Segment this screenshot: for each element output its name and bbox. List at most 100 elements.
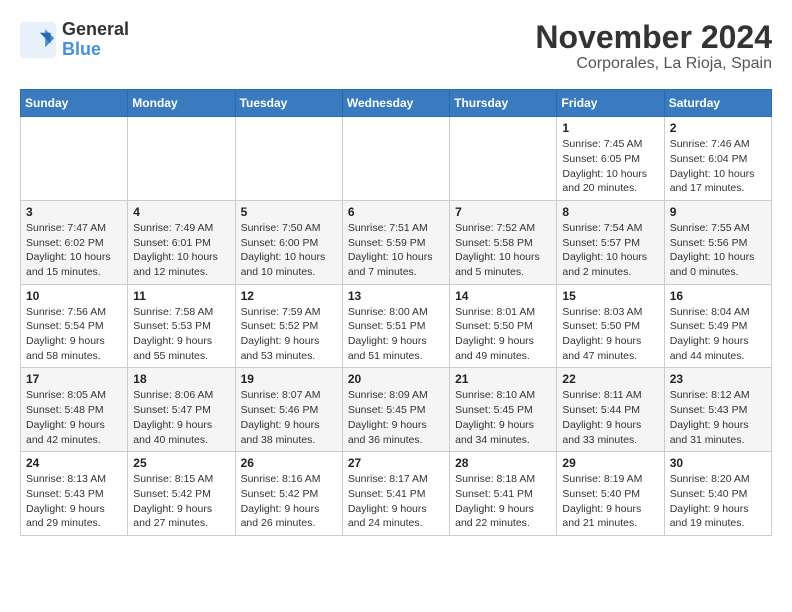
day-cell: 2 Sunrise: 7:46 AM Sunset: 6:04 PM Daylig… bbox=[664, 117, 771, 201]
col-header-wednesday: Wednesday bbox=[342, 90, 449, 117]
day-info: Sunrise: 7:49 AM Sunset: 6:01 PM Dayligh… bbox=[133, 221, 229, 280]
day-info: Sunrise: 8:19 AM Sunset: 5:40 PM Dayligh… bbox=[562, 472, 658, 531]
day-info: Sunrise: 7:47 AM Sunset: 6:02 PM Dayligh… bbox=[26, 221, 122, 280]
day-number: 27 bbox=[348, 456, 444, 470]
day-cell: 25 Sunrise: 8:15 AM Sunset: 5:42 PM Dayli… bbox=[128, 452, 235, 536]
day-info: Sunrise: 7:52 AM Sunset: 5:58 PM Dayligh… bbox=[455, 221, 551, 280]
day-info: Sunrise: 8:05 AM Sunset: 5:48 PM Dayligh… bbox=[26, 388, 122, 447]
day-number: 23 bbox=[670, 372, 766, 386]
day-number: 28 bbox=[455, 456, 551, 470]
calendar-table: SundayMondayTuesdayWednesdayThursdayFrid… bbox=[20, 89, 772, 536]
day-info: Sunrise: 7:55 AM Sunset: 5:56 PM Dayligh… bbox=[670, 221, 766, 280]
day-number: 10 bbox=[26, 289, 122, 303]
day-info: Sunrise: 8:15 AM Sunset: 5:42 PM Dayligh… bbox=[133, 472, 229, 531]
day-info: Sunrise: 8:09 AM Sunset: 5:45 PM Dayligh… bbox=[348, 388, 444, 447]
day-number: 29 bbox=[562, 456, 658, 470]
day-number: 24 bbox=[26, 456, 122, 470]
day-info: Sunrise: 8:03 AM Sunset: 5:50 PM Dayligh… bbox=[562, 305, 658, 364]
day-number: 17 bbox=[26, 372, 122, 386]
day-info: Sunrise: 8:18 AM Sunset: 5:41 PM Dayligh… bbox=[455, 472, 551, 531]
day-cell bbox=[21, 117, 128, 201]
day-number: 2 bbox=[670, 121, 766, 135]
day-info: Sunrise: 7:50 AM Sunset: 6:00 PM Dayligh… bbox=[241, 221, 337, 280]
day-cell: 15 Sunrise: 8:03 AM Sunset: 5:50 PM Dayli… bbox=[557, 284, 664, 368]
week-row-5: 24 Sunrise: 8:13 AM Sunset: 5:43 PM Dayli… bbox=[21, 452, 772, 536]
logo: General Blue bbox=[20, 20, 129, 60]
day-cell: 21 Sunrise: 8:10 AM Sunset: 5:45 PM Dayli… bbox=[450, 368, 557, 452]
day-cell: 3 Sunrise: 7:47 AM Sunset: 6:02 PM Daylig… bbox=[21, 200, 128, 284]
col-header-tuesday: Tuesday bbox=[235, 90, 342, 117]
day-number: 7 bbox=[455, 205, 551, 219]
day-cell: 20 Sunrise: 8:09 AM Sunset: 5:45 PM Dayli… bbox=[342, 368, 449, 452]
day-cell: 16 Sunrise: 8:04 AM Sunset: 5:49 PM Dayli… bbox=[664, 284, 771, 368]
logo-line2: Blue bbox=[62, 40, 129, 60]
day-cell: 22Sunrise: 8:11 AM Sunset: 5:44 PM Dayli… bbox=[557, 368, 664, 452]
day-cell: 11Sunrise: 7:58 AM Sunset: 5:53 PM Dayli… bbox=[128, 284, 235, 368]
title-area: November 2024 Corporales, La Rioja, Spai… bbox=[535, 20, 772, 73]
col-header-thursday: Thursday bbox=[450, 90, 557, 117]
day-info: Sunrise: 7:46 AM Sunset: 6:04 PM Dayligh… bbox=[670, 137, 766, 196]
day-number: 14 bbox=[455, 289, 551, 303]
day-info: Sunrise: 8:04 AM Sunset: 5:49 PM Dayligh… bbox=[670, 305, 766, 364]
day-number: 26 bbox=[241, 456, 337, 470]
col-header-sunday: Sunday bbox=[21, 90, 128, 117]
logo-line1: General bbox=[62, 20, 129, 40]
day-info: Sunrise: 7:58 AM Sunset: 5:53 PM Dayligh… bbox=[133, 305, 229, 364]
day-cell bbox=[235, 117, 342, 201]
day-number: 1 bbox=[562, 121, 658, 135]
page-title: November 2024 bbox=[535, 20, 772, 55]
day-cell: 1 Sunrise: 7:45 AM Sunset: 6:05 PM Daylig… bbox=[557, 117, 664, 201]
day-number: 5 bbox=[241, 205, 337, 219]
day-info: Sunrise: 8:10 AM Sunset: 5:45 PM Dayligh… bbox=[455, 388, 551, 447]
day-cell: 9 Sunrise: 7:55 AM Sunset: 5:56 PM Daylig… bbox=[664, 200, 771, 284]
day-number: 25 bbox=[133, 456, 229, 470]
day-number: 21 bbox=[455, 372, 551, 386]
day-number: 16 bbox=[670, 289, 766, 303]
day-number: 20 bbox=[348, 372, 444, 386]
day-cell: 29 Sunrise: 8:19 AM Sunset: 5:40 PM Dayli… bbox=[557, 452, 664, 536]
day-number: 30 bbox=[670, 456, 766, 470]
day-cell: 18 Sunrise: 8:06 AM Sunset: 5:47 PM Dayli… bbox=[128, 368, 235, 452]
day-cell: 12 Sunrise: 7:59 AM Sunset: 5:52 PM Dayli… bbox=[235, 284, 342, 368]
day-info: Sunrise: 8:06 AM Sunset: 5:47 PM Dayligh… bbox=[133, 388, 229, 447]
day-info: Sunrise: 8:07 AM Sunset: 5:46 PM Dayligh… bbox=[241, 388, 337, 447]
day-number: 18 bbox=[133, 372, 229, 386]
logo-icon bbox=[20, 22, 56, 58]
day-cell: 24 Sunrise: 8:13 AM Sunset: 5:43 PM Dayli… bbox=[21, 452, 128, 536]
day-number: 9 bbox=[670, 205, 766, 219]
day-cell bbox=[342, 117, 449, 201]
day-info: Sunrise: 8:11 AM Sunset: 5:44 PM Dayligh… bbox=[562, 388, 658, 447]
day-cell: 26 Sunrise: 8:16 AM Sunset: 5:42 PM Dayli… bbox=[235, 452, 342, 536]
day-info: Sunrise: 8:17 AM Sunset: 5:41 PM Dayligh… bbox=[348, 472, 444, 531]
day-info: Sunrise: 8:00 AM Sunset: 5:51 PM Dayligh… bbox=[348, 305, 444, 364]
col-header-friday: Friday bbox=[557, 90, 664, 117]
day-cell: 28 Sunrise: 8:18 AM Sunset: 5:41 PM Dayli… bbox=[450, 452, 557, 536]
day-number: 6 bbox=[348, 205, 444, 219]
day-info: Sunrise: 8:13 AM Sunset: 5:43 PM Dayligh… bbox=[26, 472, 122, 531]
day-number: 3 bbox=[26, 205, 122, 219]
page-subtitle: Corporales, La Rioja, Spain bbox=[535, 55, 772, 73]
col-header-monday: Monday bbox=[128, 90, 235, 117]
day-cell: 27 Sunrise: 8:17 AM Sunset: 5:41 PM Dayli… bbox=[342, 452, 449, 536]
day-info: Sunrise: 7:45 AM Sunset: 6:05 PM Dayligh… bbox=[562, 137, 658, 196]
day-cell: 5 Sunrise: 7:50 AM Sunset: 6:00 PM Daylig… bbox=[235, 200, 342, 284]
day-cell: 30Sunrise: 8:20 AM Sunset: 5:40 PM Dayli… bbox=[664, 452, 771, 536]
logo-text: General Blue bbox=[62, 20, 129, 60]
day-number: 4 bbox=[133, 205, 229, 219]
day-number: 15 bbox=[562, 289, 658, 303]
day-cell bbox=[128, 117, 235, 201]
day-cell: 14Sunrise: 8:01 AM Sunset: 5:50 PM Dayli… bbox=[450, 284, 557, 368]
week-row-3: 10Sunrise: 7:56 AM Sunset: 5:54 PM Dayli… bbox=[21, 284, 772, 368]
week-row-1: 1 Sunrise: 7:45 AM Sunset: 6:05 PM Daylig… bbox=[21, 117, 772, 201]
day-info: Sunrise: 7:59 AM Sunset: 5:52 PM Dayligh… bbox=[241, 305, 337, 364]
day-number: 13 bbox=[348, 289, 444, 303]
header-row: SundayMondayTuesdayWednesdayThursdayFrid… bbox=[21, 90, 772, 117]
day-info: Sunrise: 8:16 AM Sunset: 5:42 PM Dayligh… bbox=[241, 472, 337, 531]
header: General Blue November 2024 Corporales, L… bbox=[20, 20, 772, 73]
day-number: 12 bbox=[241, 289, 337, 303]
day-info: Sunrise: 7:51 AM Sunset: 5:59 PM Dayligh… bbox=[348, 221, 444, 280]
day-number: 8 bbox=[562, 205, 658, 219]
day-cell: 6 Sunrise: 7:51 AM Sunset: 5:59 PM Daylig… bbox=[342, 200, 449, 284]
day-cell bbox=[450, 117, 557, 201]
week-row-2: 3 Sunrise: 7:47 AM Sunset: 6:02 PM Daylig… bbox=[21, 200, 772, 284]
